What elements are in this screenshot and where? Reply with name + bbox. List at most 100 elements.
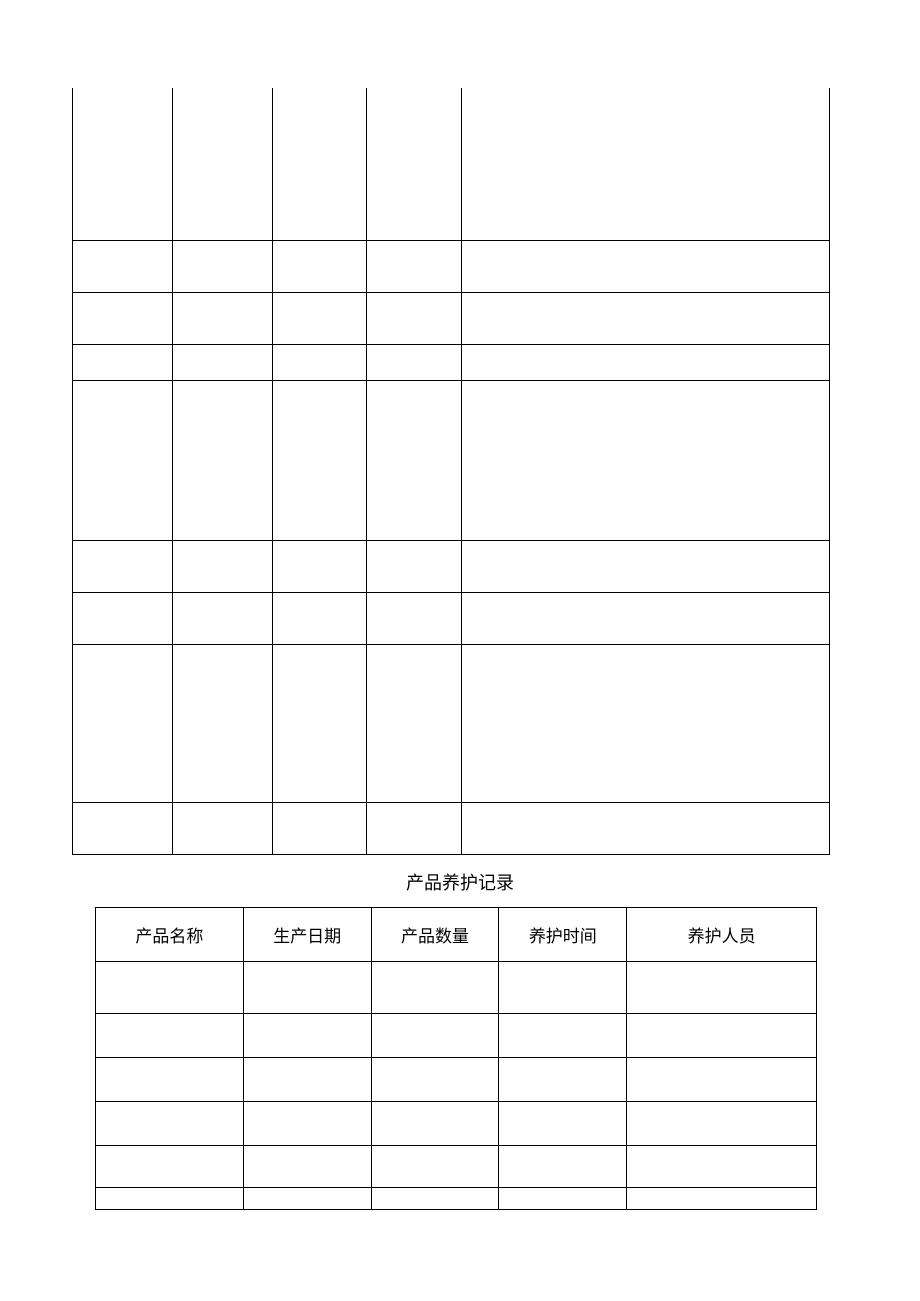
cell (627, 961, 817, 1013)
cell (172, 380, 272, 540)
cell (366, 344, 462, 380)
cell (272, 540, 366, 592)
header-production-date: 生产日期 (243, 907, 371, 961)
cell (243, 1187, 371, 1209)
section-heading: 产品养护记录 (0, 855, 920, 907)
cell (73, 380, 173, 540)
cell (462, 644, 830, 802)
cell (462, 292, 830, 344)
cell (73, 344, 173, 380)
cell (499, 1057, 627, 1101)
table-header-row: 产品名称 生产日期 产品数量 养护时间 养护人员 (96, 907, 817, 961)
cell (73, 592, 173, 644)
cell (172, 240, 272, 292)
cell (366, 802, 462, 854)
maintenance-record-table: 产品名称 生产日期 产品数量 养护时间 养护人员 (95, 907, 817, 1210)
cell (96, 1101, 244, 1145)
cell (462, 592, 830, 644)
cell (499, 961, 627, 1013)
table-row (96, 1145, 817, 1187)
cell (73, 88, 173, 240)
table-row (73, 644, 830, 802)
header-product-quantity: 产品数量 (371, 907, 499, 961)
cell (272, 292, 366, 344)
document-page: 产品养护记录 产品名称 生产日期 产品数量 养护时间 养护人员 (0, 0, 920, 1210)
cell (499, 1145, 627, 1187)
cell (366, 644, 462, 802)
cell (627, 1013, 817, 1057)
header-product-name: 产品名称 (96, 907, 244, 961)
cell (499, 1013, 627, 1057)
cell (96, 1145, 244, 1187)
cell (371, 1101, 499, 1145)
cell (627, 1101, 817, 1145)
cell (172, 292, 272, 344)
cell (371, 1145, 499, 1187)
cell (462, 344, 830, 380)
cell (243, 1013, 371, 1057)
table-row (96, 961, 817, 1013)
cell (73, 292, 173, 344)
cell (73, 802, 173, 854)
cell (499, 1187, 627, 1209)
cell (272, 644, 366, 802)
cell (462, 802, 830, 854)
table-row (73, 540, 830, 592)
header-maintenance-personnel: 养护人员 (627, 907, 817, 961)
cell (272, 380, 366, 540)
table-row (73, 802, 830, 854)
cell (462, 240, 830, 292)
table-row (96, 1187, 817, 1209)
table-row (96, 1013, 817, 1057)
cell (462, 540, 830, 592)
cell (272, 802, 366, 854)
cell (172, 644, 272, 802)
cell (627, 1057, 817, 1101)
cell (172, 540, 272, 592)
cell (172, 592, 272, 644)
cell (366, 292, 462, 344)
cell (627, 1145, 817, 1187)
cell (371, 1013, 499, 1057)
cell (96, 1057, 244, 1101)
cell (172, 802, 272, 854)
table-row (73, 88, 830, 240)
cell (243, 1101, 371, 1145)
table-row (73, 240, 830, 292)
table-row (73, 292, 830, 344)
cell (499, 1101, 627, 1145)
cell (366, 380, 462, 540)
cell (96, 1187, 244, 1209)
cell (366, 240, 462, 292)
table-row (73, 592, 830, 644)
cell (73, 540, 173, 592)
upper-table (72, 88, 830, 855)
cell (172, 88, 272, 240)
cell (371, 1187, 499, 1209)
cell (272, 344, 366, 380)
cell (96, 1013, 244, 1057)
cell (243, 1145, 371, 1187)
cell (272, 240, 366, 292)
header-maintenance-time: 养护时间 (499, 907, 627, 961)
cell (371, 1057, 499, 1101)
cell (462, 88, 830, 240)
table-row (96, 1101, 817, 1145)
cell (366, 88, 462, 240)
cell (243, 1057, 371, 1101)
cell (366, 540, 462, 592)
table-row (96, 1057, 817, 1101)
cell (73, 240, 173, 292)
cell (627, 1187, 817, 1209)
cell (172, 344, 272, 380)
cell (462, 380, 830, 540)
cell (243, 961, 371, 1013)
cell (272, 88, 366, 240)
cell (366, 592, 462, 644)
cell (73, 644, 173, 802)
table-row (73, 344, 830, 380)
cell (272, 592, 366, 644)
table-row (73, 380, 830, 540)
cell (96, 961, 244, 1013)
cell (371, 961, 499, 1013)
